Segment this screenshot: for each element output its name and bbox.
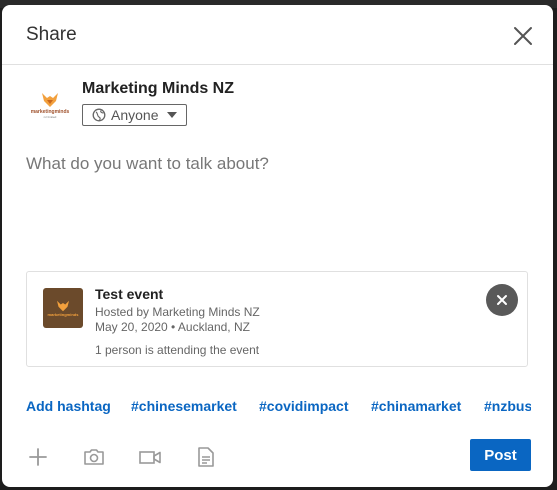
event-title: Test event bbox=[95, 286, 164, 302]
event-date-location: May 20, 2020 • Auckland, NZ bbox=[95, 320, 250, 334]
company-logo: marketingminds nz limited bbox=[26, 81, 74, 129]
post-text-input[interactable]: What do you want to talk about? bbox=[26, 154, 269, 174]
close-icon bbox=[497, 295, 507, 305]
hashtag-chip[interactable]: #chinesemarket bbox=[131, 398, 237, 414]
camera-icon[interactable] bbox=[82, 445, 106, 469]
event-card: marketingminds Test event Hosted by Mark… bbox=[26, 271, 528, 367]
audience-dropdown[interactable]: Anyone bbox=[82, 104, 187, 126]
author-name: Marketing Minds NZ bbox=[82, 80, 235, 97]
remove-event-button[interactable] bbox=[486, 284, 518, 316]
video-icon[interactable] bbox=[138, 445, 162, 469]
hashtag-chip[interactable]: #chinamarket bbox=[371, 398, 461, 414]
hashtag-chip[interactable]: #covidimpact bbox=[259, 398, 348, 414]
close-icon[interactable] bbox=[511, 24, 535, 48]
event-attendance: 1 person is attending the event bbox=[95, 343, 260, 357]
hashtag-row: Add hashtag #chinesemarket #covidimpact … bbox=[26, 398, 531, 418]
globe-icon bbox=[92, 108, 106, 122]
fox-logo-icon bbox=[42, 92, 58, 107]
dialog-title: Share bbox=[26, 24, 77, 45]
share-dialog: Share marketingminds nz limited Marketin… bbox=[2, 5, 553, 487]
event-logo-text: marketingminds bbox=[47, 311, 79, 317]
document-icon[interactable] bbox=[194, 445, 218, 469]
caret-down-icon bbox=[166, 111, 178, 119]
event-logo: marketingminds bbox=[43, 288, 83, 328]
logo-subtext: nz limited bbox=[43, 114, 57, 119]
audience-label: Anyone bbox=[111, 107, 159, 123]
event-host: Hosted by Marketing Minds NZ bbox=[95, 305, 260, 319]
dialog-header: Share bbox=[2, 5, 553, 65]
fox-logo-icon bbox=[57, 300, 69, 311]
plus-icon[interactable] bbox=[26, 445, 50, 469]
add-hashtag-link[interactable]: Add hashtag bbox=[26, 398, 111, 414]
hashtag-chip[interactable]: #nzbus bbox=[484, 398, 531, 414]
post-button[interactable]: Post bbox=[470, 439, 531, 471]
